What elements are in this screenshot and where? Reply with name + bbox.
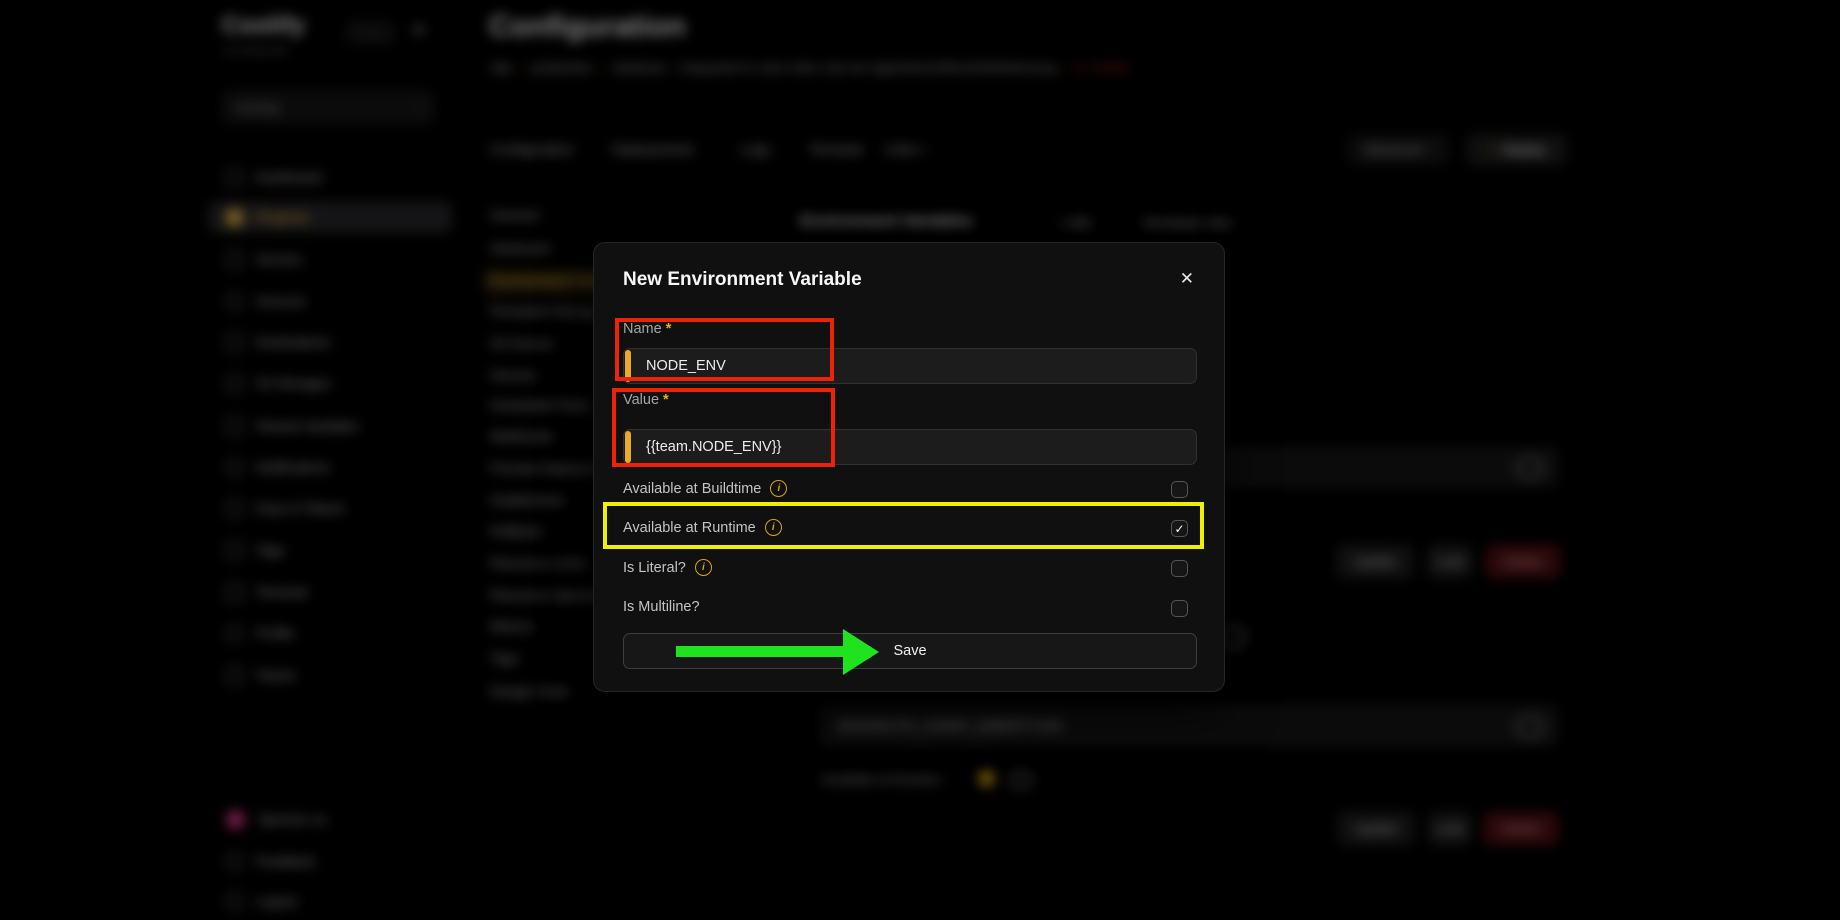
is-literal-checkbox[interactable] bbox=[1171, 560, 1188, 577]
buildtime-checkbox[interactable] bbox=[1171, 481, 1188, 498]
value-field-label: Value* bbox=[623, 392, 669, 408]
is-multiline-checkbox[interactable] bbox=[1171, 600, 1188, 617]
new-environment-variable-modal: New Environment Variable ✕ Name* NODE_EN… bbox=[593, 242, 1225, 692]
name-field[interactable]: NODE_ENV bbox=[623, 348, 1197, 384]
modified-accent-bar bbox=[625, 431, 631, 463]
name-field-label: Name* bbox=[623, 321, 671, 337]
value-field-value: {{team.NODE_ENV}} bbox=[646, 430, 781, 464]
required-asterisk: * bbox=[666, 321, 672, 337]
info-icon[interactable]: i bbox=[770, 480, 787, 497]
save-button[interactable]: Save bbox=[623, 633, 1197, 669]
info-icon[interactable]: i bbox=[765, 519, 782, 536]
name-field-value: NODE_ENV bbox=[646, 349, 726, 383]
is-literal-label: Is Literal?i bbox=[623, 559, 712, 576]
info-icon[interactable]: i bbox=[695, 559, 712, 576]
runtime-label: Available at Runtimei bbox=[623, 519, 782, 536]
close-icon[interactable]: ✕ bbox=[1180, 269, 1194, 289]
buildtime-label: Available at Buildtimei bbox=[623, 480, 787, 497]
modal-title: New Environment Variable bbox=[623, 269, 862, 291]
required-asterisk: * bbox=[663, 392, 669, 408]
value-field[interactable]: {{team.NODE_ENV}} bbox=[623, 429, 1197, 465]
is-multiline-label: Is Multiline? bbox=[623, 599, 700, 615]
runtime-checkbox[interactable]: ✓ bbox=[1171, 520, 1188, 537]
modified-accent-bar bbox=[625, 350, 631, 382]
checkmark-icon: ✓ bbox=[1174, 522, 1184, 536]
